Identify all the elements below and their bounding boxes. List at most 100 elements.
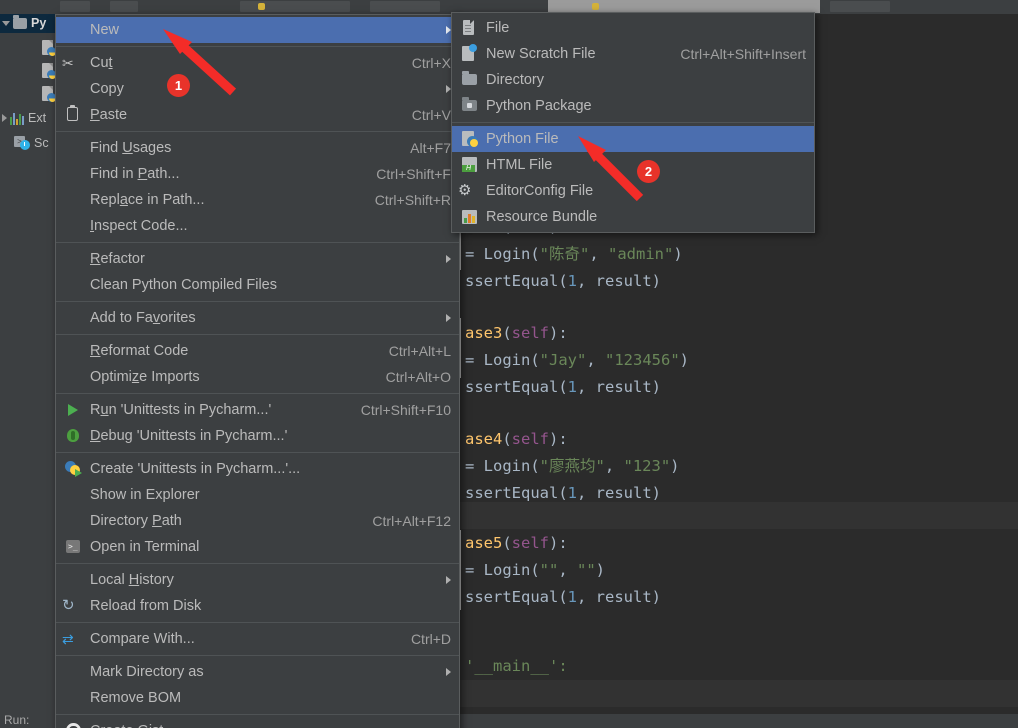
menu-item-label: New Scratch File	[486, 46, 596, 62]
reload-icon: ↻	[62, 597, 75, 614]
menu-item-label: Cut	[90, 55, 113, 71]
menu-item-new[interactable]: New	[56, 17, 459, 43]
menu-item-add-to-favorites[interactable]: Add to Favorites	[56, 305, 459, 331]
debug-icon	[62, 427, 84, 445]
menu-item-icon-slot	[62, 191, 84, 209]
sidebar-item-project-root[interactable]: Py	[2, 14, 46, 30]
chevron-down-icon[interactable]	[2, 20, 10, 26]
scratches-icon: >	[14, 136, 30, 150]
menu-separator	[56, 452, 459, 453]
menu-item-label: Debug 'Unittests in Pycharm...'	[90, 428, 288, 444]
terminal-icon: >_	[62, 538, 84, 556]
toolbar-button[interactable]	[370, 1, 440, 12]
menu-item-local-history[interactable]: Local History	[56, 567, 459, 593]
code-line: = Login("Jay", "123456")	[465, 351, 689, 369]
menu-item-icon-slot	[62, 486, 84, 504]
python-file-icon	[42, 40, 56, 56]
menu-item-label: Local History	[90, 572, 174, 588]
menu-item-label: Paste	[90, 107, 128, 123]
menu-item-label: File	[486, 20, 510, 36]
menu-item-icon-slot	[62, 250, 84, 268]
menu-item-icon-slot	[62, 342, 84, 360]
menu-item-python-file[interactable]: Python File	[452, 126, 814, 152]
new-submenu[interactable]: File New Scratch File Ctrl+Alt+Shift+Inser…	[451, 12, 815, 233]
menu-item-editorconfig-file[interactable]: ⚙ EditorConfig File	[452, 178, 814, 204]
menu-item-inspect-code[interactable]: Inspect Code...	[56, 213, 459, 239]
menu-item-paste[interactable]: Paste Ctrl+V	[56, 102, 459, 128]
menu-item-mark-directory-as[interactable]: Mark Directory as	[56, 659, 459, 685]
menu-separator	[56, 655, 459, 656]
menu-item-label: Remove BOM	[90, 690, 182, 706]
toolbar-button[interactable]	[830, 1, 890, 12]
menu-item-shortcut: Ctrl+Shift+F10	[360, 402, 451, 418]
menu-item-clean-python-compiled-files[interactable]: Clean Python Compiled Files	[56, 272, 459, 298]
menu-item-create-gist[interactable]: Create Gist...	[56, 718, 459, 728]
menu-item-open-in-terminal[interactable]: >_ Open in Terminal	[56, 534, 459, 560]
menu-item-label: Refactor	[90, 251, 145, 267]
toolbar-button[interactable]	[60, 1, 90, 12]
code-line: '__main__':	[465, 657, 568, 675]
context-menu[interactable]: New ✂ Cut Ctrl+X Copy Paste Ctrl+V Find Usages A…	[55, 14, 460, 728]
code-line: ase3(self):	[465, 324, 568, 342]
code-line: = Login("陈奇", "admin")	[465, 245, 683, 263]
menu-item-find-in-path[interactable]: Find in Path... Ctrl+Shift+F	[56, 161, 459, 187]
submenu-arrow-icon	[446, 314, 451, 322]
menu-item-resource-bundle[interactable]: Resource Bundle	[452, 204, 814, 230]
menu-item-label: Copy	[90, 81, 124, 97]
menu-item-copy[interactable]: Copy	[56, 76, 459, 102]
menu-item-label: EditorConfig File	[486, 183, 594, 199]
menu-item-label: New	[90, 22, 120, 38]
menu-item-show-in-explorer[interactable]: Show in Explorer	[56, 482, 459, 508]
toolbar-button[interactable]	[240, 1, 350, 12]
menu-item-label: Run 'Unittests in Pycharm...'	[90, 402, 272, 418]
python-file-icon	[458, 130, 480, 148]
menu-item-shortcut: Ctrl+Shift+R	[374, 192, 451, 208]
menu-item-label: Find Usages	[90, 140, 172, 156]
menu-item-cut[interactable]: ✂ Cut Ctrl+X	[56, 50, 459, 76]
toolbar-button[interactable]	[110, 1, 138, 12]
code-line: ase4(self):	[465, 430, 568, 448]
menu-item-icon-slot	[62, 276, 84, 294]
directory-icon	[458, 71, 480, 89]
menu-item-run-unittests-in-pycharm[interactable]: Run 'Unittests in Pycharm...' Ctrl+Shift+…	[56, 397, 459, 423]
run-icon	[62, 401, 84, 419]
menu-item-compare-with[interactable]: ⇄ Compare With... Ctrl+D	[56, 626, 459, 652]
sidebar-item-scratches[interactable]: > Sc	[14, 136, 49, 150]
chevron-right-icon[interactable]	[2, 114, 7, 122]
menu-item-reformat-code[interactable]: Reformat Code Ctrl+Alt+L	[56, 338, 459, 364]
folder-icon	[13, 14, 27, 29]
menu-item-remove-bom[interactable]: Remove BOM	[56, 685, 459, 711]
menu-item-label: Directory Path	[90, 513, 182, 529]
menu-item-create-unittests-in-pycharm[interactable]: Create 'Unittests in Pycharm...'...	[56, 456, 459, 482]
menu-item-reload-from-disk[interactable]: ↻ Reload from Disk	[56, 593, 459, 619]
menu-separator	[56, 563, 459, 564]
menu-item-label: Directory	[486, 72, 545, 88]
menu-item-label: Create 'Unittests in Pycharm...'...	[90, 461, 301, 477]
menu-item-html-file[interactable]: H HTML File	[452, 152, 814, 178]
file-icon	[458, 19, 480, 37]
menu-item-label: Replace in Path...	[90, 192, 205, 208]
menu-item-replace-in-path[interactable]: Replace in Path... Ctrl+Shift+R	[56, 187, 459, 213]
menu-item-icon-slot	[62, 217, 84, 235]
menu-item-file[interactable]: File	[452, 15, 814, 41]
menu-item-directory-path[interactable]: Directory Path Ctrl+Alt+F12	[56, 508, 459, 534]
menu-separator	[56, 714, 459, 715]
menu-item-python-package[interactable]: Python Package	[452, 93, 814, 119]
menu-item-find-usages[interactable]: Find Usages Alt+F7	[56, 135, 459, 161]
menu-item-debug-unittests-in-pycharm[interactable]: Debug 'Unittests in Pycharm...'	[56, 423, 459, 449]
python-file-icon	[592, 3, 599, 10]
sidebar-item-label: Sc	[34, 136, 49, 150]
step-1-badge: 1	[167, 74, 190, 97]
python-file-icon	[258, 3, 265, 10]
menu-item-optimize-imports[interactable]: Optimize Imports Ctrl+Alt+O	[56, 364, 459, 390]
menu-separator	[56, 334, 459, 335]
resource-bundle-icon	[458, 208, 480, 226]
menu-item-new-scratch-file[interactable]: New Scratch File Ctrl+Alt+Shift+Insert	[452, 41, 814, 67]
menu-item-directory[interactable]: Directory	[452, 67, 814, 93]
menu-item-label: Open in Terminal	[90, 539, 200, 555]
menu-item-refactor[interactable]: Refactor	[56, 246, 459, 272]
python-file-icon	[42, 86, 56, 102]
sidebar-item-external-libraries[interactable]: Ext	[2, 111, 46, 125]
menu-separator	[56, 622, 459, 623]
gutter-marker	[460, 318, 461, 378]
